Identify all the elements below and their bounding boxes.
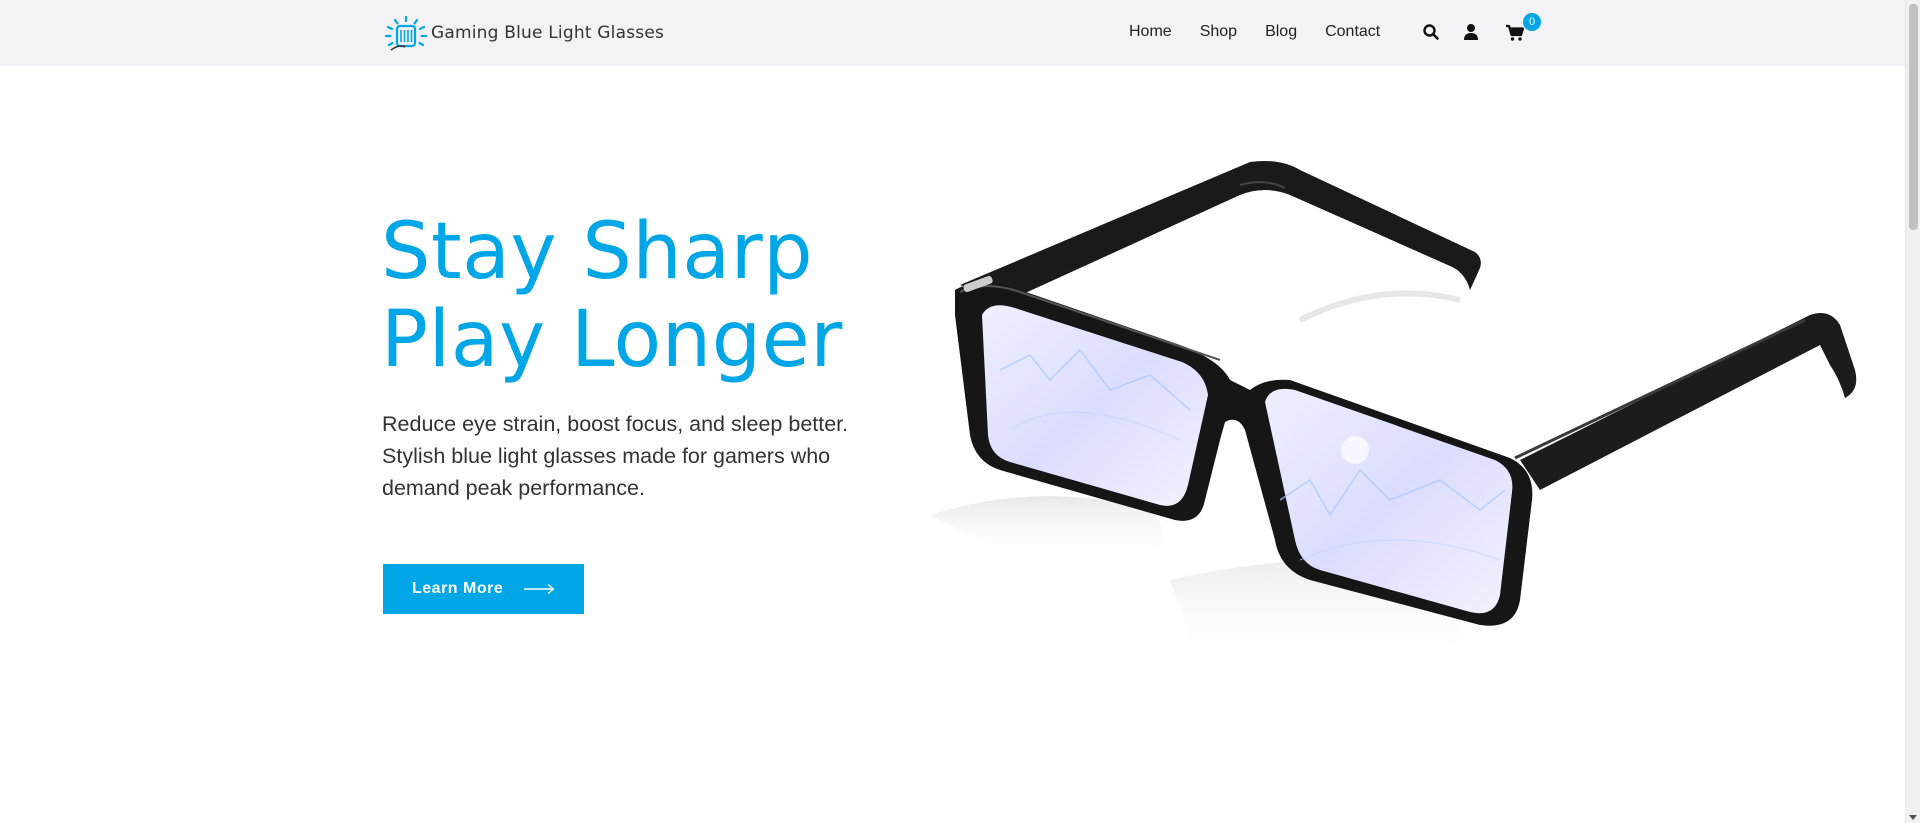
product-glasses-image <box>930 161 1857 667</box>
search-icon[interactable] <box>1422 23 1440 41</box>
site-header: Gaming Blue Light Glasses Home Shop Blog… <box>0 0 1905 66</box>
nav-blog[interactable]: Blog <box>1265 23 1297 41</box>
hero-desc-line-1: Reduce eye strain, boost focus, and slee… <box>382 412 849 436</box>
user-icon[interactable] <box>1463 23 1479 41</box>
scrollbar-thumb[interactable] <box>1909 4 1918 230</box>
nav-home[interactable]: Home <box>1129 23 1172 41</box>
main-nav: Home Shop Blog Contact <box>1129 23 1408 41</box>
logo-icon <box>384 15 428 51</box>
hero-desc-line-2: Stylish blue light glasses made for game… <box>382 444 831 468</box>
hero-description: Reduce eye strain, boost focus, and slee… <box>382 408 902 504</box>
hero-title-line-2: Play Longer <box>381 295 843 385</box>
scroll-down-icon[interactable] <box>1909 815 1917 820</box>
arrow-right-icon <box>524 583 555 595</box>
nav-contact[interactable]: Contact <box>1325 23 1380 41</box>
hero-title: Stay Sharp Play Longer <box>381 208 843 384</box>
brand-name: Gaming Blue Light Glasses <box>431 23 665 43</box>
learn-more-button[interactable]: Learn More <box>383 564 584 614</box>
page-scrollbar[interactable] <box>1905 0 1920 823</box>
hero-title-line-1: Stay Sharp <box>381 207 814 297</box>
learn-more-label: Learn More <box>412 580 504 597</box>
nav-shop[interactable]: Shop <box>1200 23 1237 41</box>
cart-icon[interactable] <box>1505 24 1525 42</box>
brand-logo[interactable]: Gaming Blue Light Glasses <box>383 14 664 52</box>
hero-desc-line-3: demand peak performance. <box>382 476 645 500</box>
cart-count-badge: 0 <box>1523 13 1541 31</box>
